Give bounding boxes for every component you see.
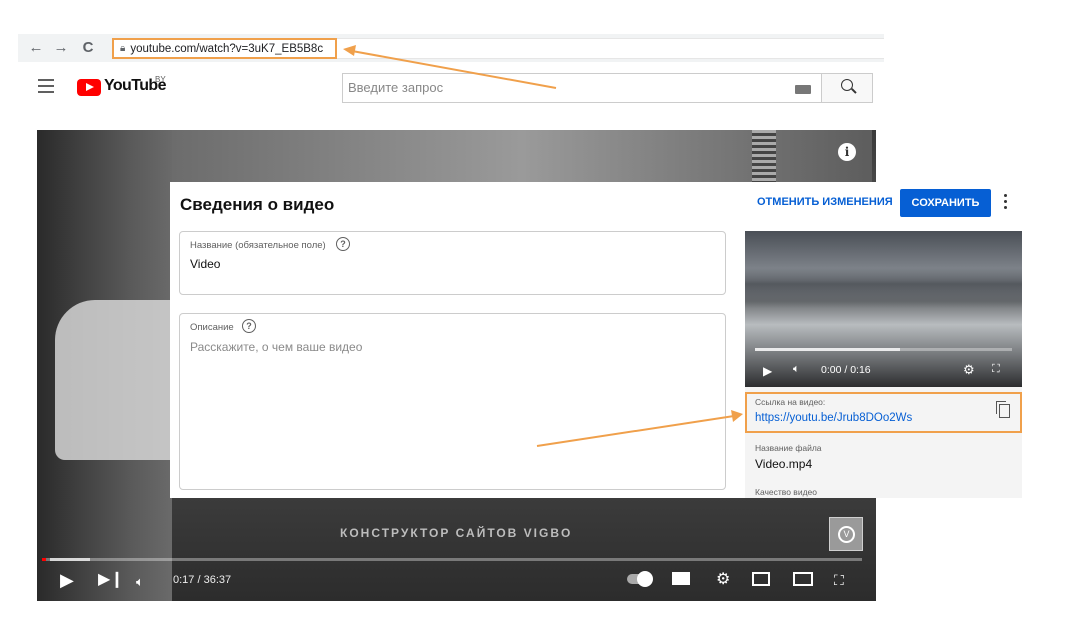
settings-icon[interactable]: ⚙: [716, 572, 730, 588]
video-link-label: Ссылка на видео:: [755, 397, 826, 407]
video-link[interactable]: https://youtu.be/Jrub8DOo2Ws: [755, 412, 912, 424]
description-field-label: Описание: [190, 322, 234, 333]
search-placeholder: Введите запрос: [348, 80, 444, 95]
help-icon[interactable]: ?: [242, 319, 256, 333]
video-progress-bar[interactable]: [42, 558, 862, 561]
url-text: youtube.com/watch?v=3uK7_EB5B8c: [130, 42, 324, 55]
youtube-logo-icon[interactable]: [77, 79, 101, 96]
preview-video[interactable]: [745, 231, 1022, 387]
volume-icon[interactable]: 🔈︎: [136, 574, 144, 590]
preview-volume-icon[interactable]: 🔈︎: [793, 363, 800, 376]
copy-icon[interactable]: [996, 401, 1010, 418]
region-code: BY: [155, 75, 166, 84]
title-field-value[interactable]: Video: [190, 257, 220, 271]
theater-mode-icon[interactable]: [793, 572, 813, 586]
channel-watermark-icon[interactable]: V: [829, 517, 863, 551]
play-icon[interactable]: ▶: [60, 571, 74, 589]
menu-icon[interactable]: [38, 79, 54, 93]
preview-video-mountains: [745, 268, 1022, 308]
next-icon[interactable]: ▶❙: [98, 572, 124, 588]
autoplay-toggle[interactable]: [627, 571, 653, 587]
cancel-changes-button[interactable]: ОТМЕНИТЬ ИЗМЕНЕНИЯ: [757, 196, 893, 208]
title-field-label: Название (обязательное поле): [190, 240, 326, 251]
info-icon[interactable]: i: [838, 143, 856, 161]
preview-buffer-bar: [755, 348, 900, 351]
preview-settings-icon[interactable]: ⚙: [963, 362, 975, 378]
video-watermark: КОНСТРУКТОР САЙТОВ VIGBO: [340, 526, 573, 540]
save-button[interactable]: СОХРАНИТЬ: [900, 189, 991, 217]
file-name-value: Video.mp4: [755, 457, 813, 471]
description-placeholder[interactable]: Расскажите, о чем ваше видео: [190, 340, 362, 354]
video-buffer-bar: [50, 558, 90, 561]
panel-title: Сведения о видео: [180, 195, 335, 214]
fullscreen-icon[interactable]: ⛶: [834, 572, 844, 588]
keyboard-icon[interactable]: [795, 85, 811, 94]
miniplayer-icon[interactable]: [752, 572, 770, 586]
preview-play-icon[interactable]: ▶: [763, 364, 772, 378]
video-progress-played: [42, 558, 46, 561]
video-frame-sneaker: [55, 300, 172, 460]
help-icon[interactable]: ?: [336, 237, 350, 251]
address-bar[interactable]: 🔒︎ youtube.com/watch?v=3uK7_EB5B8c: [112, 38, 337, 59]
search-icon: [841, 79, 853, 91]
file-name-label: Название файла: [755, 443, 822, 453]
subtitles-icon[interactable]: [672, 572, 690, 585]
back-icon[interactable]: ←: [26, 38, 46, 58]
address-bar-extension[interactable]: [337, 38, 884, 59]
time-display: 0:17 / 36:37: [173, 574, 232, 586]
reload-icon[interactable]: C: [78, 38, 98, 58]
preview-time-display: 0:00 / 0:16: [821, 364, 871, 376]
forward-icon[interactable]: →: [51, 38, 71, 58]
video-quality-label: Качество видео: [755, 487, 817, 497]
video-frame-zipper: [752, 130, 776, 182]
more-options-icon[interactable]: [999, 194, 1011, 212]
lock-icon: 🔒︎: [120, 43, 126, 54]
preview-fullscreen-icon[interactable]: ⛶: [992, 363, 1000, 376]
